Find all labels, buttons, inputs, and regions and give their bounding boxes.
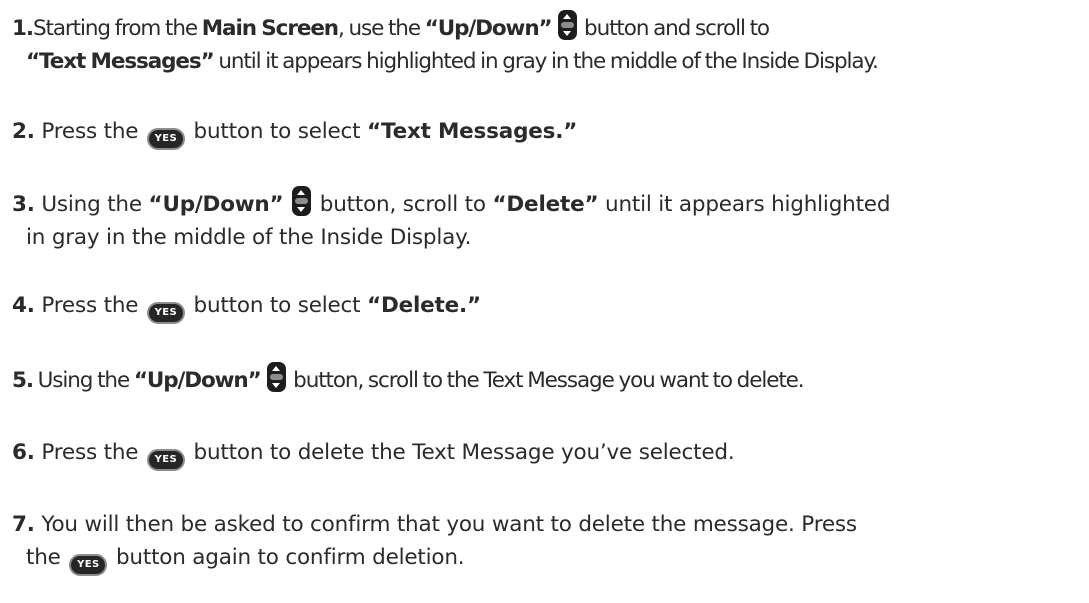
yes-button-icon: YES bbox=[69, 554, 108, 576]
step-number: 4. bbox=[12, 293, 35, 318]
step-number: 6. bbox=[12, 440, 35, 465]
step-emphasis: “Up/Down” bbox=[148, 192, 284, 217]
step-text: , use the bbox=[338, 16, 425, 41]
up-down-button-icon bbox=[292, 186, 312, 216]
step-text: until it appears highlighted bbox=[598, 192, 891, 217]
step-emphasis: “Text Messages.” bbox=[367, 119, 578, 144]
step-4: 4. Press the YES button to select “Delet… bbox=[12, 289, 481, 324]
step-text: button to delete the Text Message you’ve… bbox=[186, 440, 735, 465]
step-text: Press the bbox=[34, 119, 145, 144]
step-emphasis: “Delete.” bbox=[367, 293, 481, 318]
step-text: Starting from the bbox=[32, 16, 202, 41]
step-5: 5. Using the “Up/Down” button, scroll to… bbox=[12, 362, 805, 397]
step-text: button to select bbox=[186, 293, 368, 318]
step-6: 6. Press the YES button to delete the Te… bbox=[12, 436, 735, 471]
step-7: 7. You will then be asked to confirm tha… bbox=[12, 508, 857, 576]
step-3: 3. Using the “Up/Down” button, scroll to… bbox=[12, 186, 890, 254]
step-emphasis: “Text Messages” bbox=[26, 49, 215, 74]
step-number: 7. bbox=[12, 512, 35, 537]
step-text: Press the bbox=[34, 440, 145, 465]
step-text: You will then be asked to confirm that y… bbox=[34, 512, 857, 537]
step-continuation: the YES button again to confirm deletion… bbox=[12, 541, 857, 576]
step-emphasis: Main Screen bbox=[201, 16, 339, 41]
step-text: the bbox=[26, 545, 68, 570]
step-number: 3. bbox=[12, 192, 35, 217]
step-text: button to select bbox=[186, 119, 368, 144]
step-2: 2. Press the YES button to select “Text … bbox=[12, 115, 577, 150]
step-continuation: in gray in the middle of the Inside Disp… bbox=[26, 225, 472, 250]
step-text: button again to confirm deletion. bbox=[109, 545, 465, 570]
step-1: 1.Starting from the Main Screen, use the… bbox=[12, 10, 879, 78]
step-continuation: “Text Messages” until it appears highlig… bbox=[12, 45, 879, 78]
step-emphasis: “Delete” bbox=[492, 192, 599, 217]
step-text: until it appears highlighted in gray in … bbox=[213, 49, 879, 74]
yes-button-icon: YES bbox=[146, 449, 185, 471]
up-down-button-icon bbox=[267, 362, 287, 392]
step-text: Using the bbox=[32, 368, 134, 393]
step-number: 1. bbox=[12, 16, 34, 41]
yes-button-icon: YES bbox=[146, 302, 185, 324]
step-text: button, scroll to the Text Message you w… bbox=[288, 368, 805, 393]
step-number: 5. bbox=[12, 368, 34, 393]
step-number: 2. bbox=[12, 119, 35, 144]
step-emphasis: “Up/Down” bbox=[424, 16, 553, 41]
step-text: button, scroll to bbox=[313, 192, 493, 217]
step-text: button and scroll to bbox=[579, 16, 770, 41]
step-text: Using the bbox=[34, 192, 149, 217]
step-emphasis: “Up/Down” bbox=[133, 368, 262, 393]
yes-button-icon: YES bbox=[146, 128, 185, 150]
step-text: Press the bbox=[34, 293, 145, 318]
up-down-button-icon bbox=[558, 10, 578, 40]
